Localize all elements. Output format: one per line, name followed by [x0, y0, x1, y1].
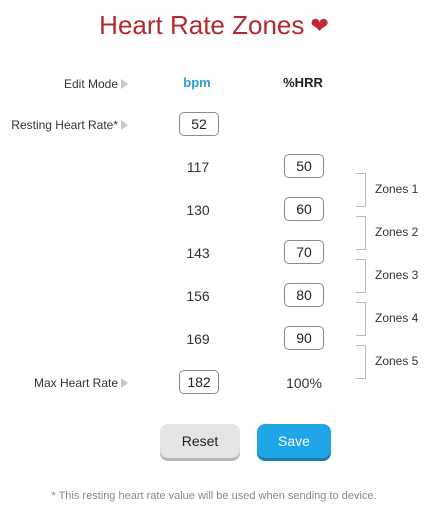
max-heart-rate-arrow-icon — [121, 377, 128, 388]
zone-2-bracket — [356, 216, 366, 250]
zone-1-label: Zones 1 — [375, 182, 419, 196]
resting-heart-rate-input[interactable] — [179, 112, 219, 136]
zone-3-bracket — [356, 259, 366, 293]
zone-1-hrr-input[interactable] — [284, 154, 324, 178]
zone-2-label: Zones 2 — [375, 225, 419, 239]
page-title-text: Heart Rate Zones — [99, 10, 305, 40]
resting-heart-rate-label-text: Resting Heart Rate* — [11, 118, 118, 132]
zone-3-label: Zones 3 — [375, 268, 419, 282]
zone-1-bracket — [356, 173, 366, 207]
reset-button[interactable]: Reset — [160, 424, 240, 458]
zone-3-hrr-input[interactable] — [284, 240, 324, 264]
hrr-column-header[interactable]: %HRR — [273, 75, 333, 90]
page-title: Heart Rate Zones ❤ — [0, 10, 428, 41]
zone-5-hrr-input[interactable] — [284, 326, 324, 350]
zone-5-bpm: 169 — [186, 331, 210, 347]
max-heart-rate-input[interactable] — [179, 370, 219, 394]
heart-icon: ❤ — [310, 13, 329, 38]
edit-mode-arrow-icon[interactable] — [121, 78, 128, 89]
edit-mode-label-text: Edit Mode — [63, 77, 118, 91]
zone-4-bpm: 156 — [186, 288, 210, 304]
zone-3-bpm: 143 — [186, 245, 210, 261]
max-heart-rate-label: Max Heart Rate — [8, 376, 128, 390]
max-heart-rate-label-text: Max Heart Rate — [33, 376, 118, 390]
max-heart-rate-hrr: 100% — [286, 375, 322, 391]
zone-4-hrr-input[interactable] — [284, 283, 324, 307]
zone-5-label: Zones 5 — [375, 354, 419, 368]
bpm-column-header[interactable]: bpm — [167, 75, 227, 90]
save-button[interactable]: Save — [257, 424, 331, 458]
zone-5-bracket — [356, 345, 366, 379]
edit-mode-label: Edit Mode — [8, 77, 128, 91]
resting-heart-rate-arrow-icon — [121, 119, 128, 130]
zone-4-label: Zones 4 — [375, 311, 419, 325]
footnote: * This resting heart rate value will be … — [51, 490, 377, 502]
resting-heart-rate-label: Resting Heart Rate* — [8, 118, 128, 132]
zone-2-bpm: 130 — [186, 202, 210, 218]
zone-4-bracket — [356, 302, 366, 336]
zone-1-bpm: 117 — [186, 159, 210, 175]
zone-2-hrr-input[interactable] — [284, 197, 324, 221]
